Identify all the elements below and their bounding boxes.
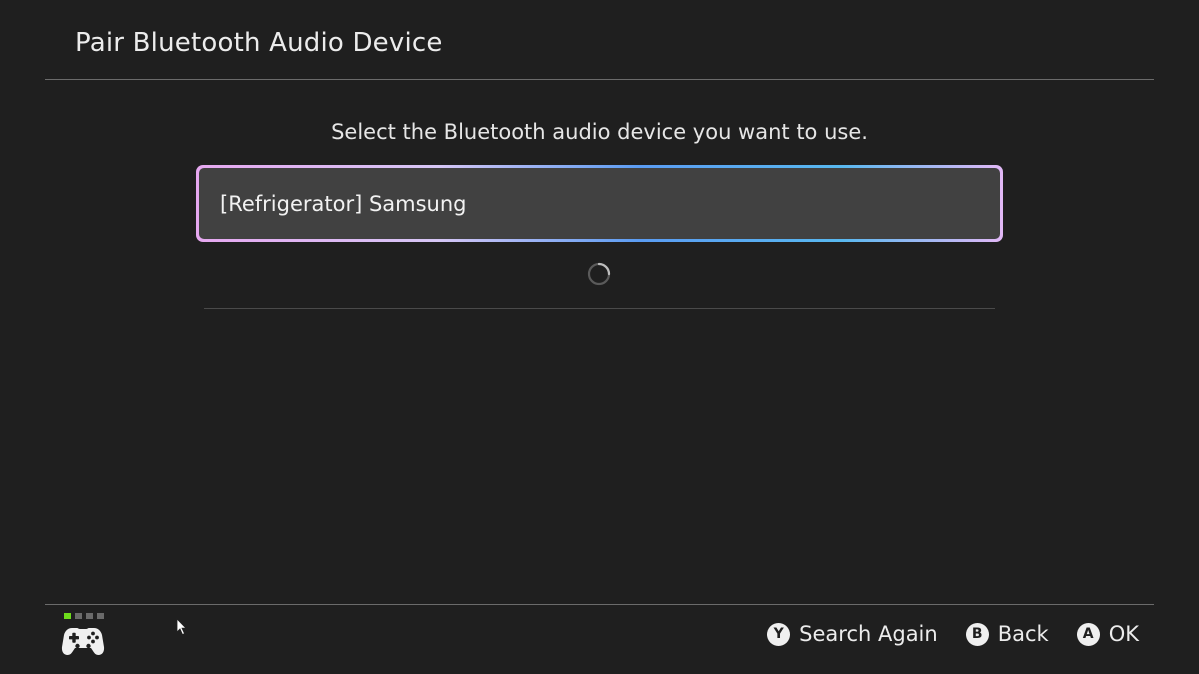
- ok-label: OK: [1108, 622, 1139, 646]
- footer-divider: [45, 604, 1154, 605]
- instruction-text: Select the Bluetooth audio device you wa…: [331, 120, 868, 144]
- search-again-label: Search Again: [799, 622, 938, 646]
- header-divider: [45, 79, 1154, 80]
- y-button-icon: Y: [767, 622, 791, 646]
- back-button[interactable]: B Back: [965, 622, 1049, 646]
- footer-actions: Y Search Again B Back A OK: [767, 622, 1139, 646]
- b-button-icon: B: [965, 622, 989, 646]
- device-item-body[interactable]: [Refrigerator] Samsung: [199, 168, 1000, 239]
- header: Pair Bluetooth Audio Device: [0, 0, 1199, 80]
- pair-bluetooth-screen: Pair Bluetooth Audio Device Select the B…: [0, 0, 1199, 674]
- back-label: Back: [997, 622, 1049, 646]
- list-divider: [204, 308, 995, 309]
- device-label: [Refrigerator] Samsung: [220, 191, 467, 216]
- controller-icon: [61, 628, 105, 655]
- player-indicator: [64, 613, 104, 619]
- page-title: Pair Bluetooth Audio Device: [75, 28, 443, 58]
- player-indicator-dot-4: [97, 613, 104, 619]
- a-button-icon: A: [1076, 622, 1100, 646]
- ok-button[interactable]: A OK: [1076, 622, 1139, 646]
- loading-spinner-icon: [587, 262, 611, 286]
- device-list-item[interactable]: [Refrigerator] Samsung: [196, 165, 1003, 242]
- player-indicator-dot-3: [86, 613, 93, 619]
- player-indicator-dot-1: [64, 613, 71, 619]
- player-indicator-dot-2: [75, 613, 82, 619]
- search-again-button[interactable]: Y Search Again: [767, 622, 938, 646]
- mouse-cursor-icon: [176, 618, 187, 636]
